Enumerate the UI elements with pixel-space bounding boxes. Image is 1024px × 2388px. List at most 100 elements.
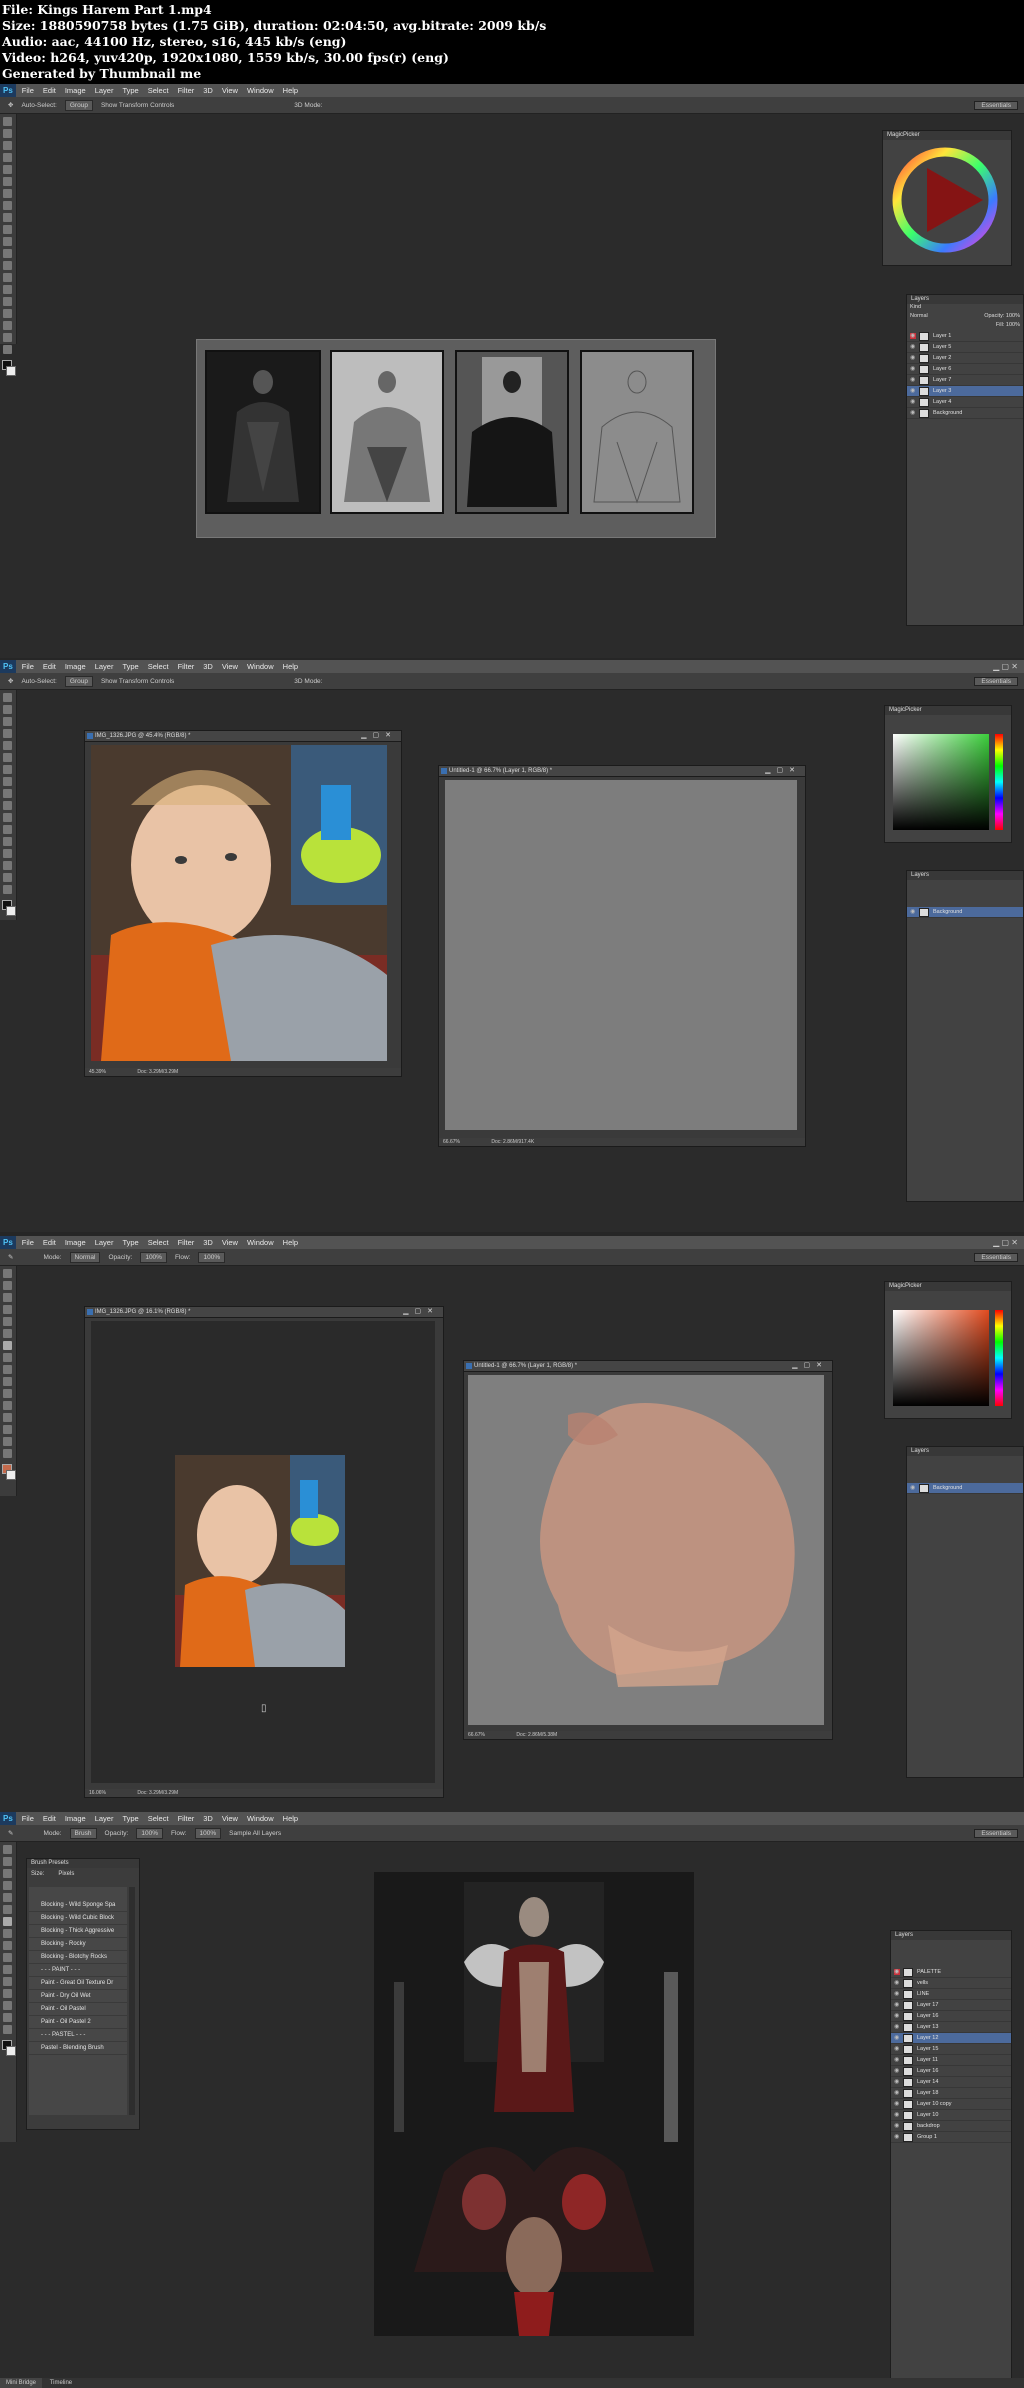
menu-image[interactable]: Image [65, 86, 86, 95]
eraser-tool-icon[interactable] [3, 1941, 12, 1950]
menu-image[interactable]: Image [65, 1238, 86, 1247]
blur-tool-icon[interactable] [3, 261, 12, 270]
dark-fantasy-painting-canvas[interactable] [374, 1872, 694, 2336]
brush-preset-item[interactable]: Paint - Dry Oil Wet [29, 1990, 127, 2003]
brush-preset-item[interactable]: Blocking - Wild Sponge Spa [29, 1899, 127, 1912]
layer-row[interactable]: ◉ vells [891, 1978, 1011, 1989]
crop-tool-icon[interactable] [3, 165, 12, 174]
menu-image[interactable]: Image [65, 662, 86, 671]
menu-help[interactable]: Help [283, 86, 298, 95]
crop-tool-icon[interactable] [3, 1893, 12, 1902]
layer-filter[interactable]: Kind [907, 304, 1023, 313]
hue-slider[interactable] [995, 734, 1003, 830]
gradient-tool-icon[interactable] [3, 1377, 12, 1386]
eyedropper-tool-icon[interactable] [3, 177, 12, 186]
mode-dropdown[interactable]: Normal [69, 1251, 101, 1263]
marquee-tool-icon[interactable] [3, 1281, 12, 1290]
menu-layer[interactable]: Layer [95, 662, 114, 671]
show-transform-checkbox[interactable]: Show Transform Controls [101, 102, 174, 109]
menu-view[interactable]: View [222, 86, 238, 95]
visibility-eye-icon[interactable]: ◉ [910, 909, 916, 915]
zoom-tool-icon[interactable] [3, 345, 12, 354]
healing-tool-icon[interactable] [3, 189, 12, 198]
visibility-eye-icon[interactable]: ◉ [910, 333, 916, 339]
pen-tool-icon[interactable] [3, 837, 12, 846]
menu-filter[interactable]: Filter [178, 662, 195, 671]
auto-select-dropdown[interactable]: Group [64, 99, 93, 111]
path-select-tool-icon[interactable] [3, 309, 12, 318]
move-tool-icon[interactable] [3, 117, 12, 126]
blend-mode-dropdown[interactable]: Normal [910, 313, 928, 322]
visibility-eye-icon[interactable]: ◉ [894, 2068, 900, 2074]
quick-select-tool-icon[interactable] [3, 1881, 12, 1890]
menu-type[interactable]: Type [122, 1814, 138, 1823]
zoom-level[interactable]: 16.06% [89, 1790, 106, 1796]
menu-layer[interactable]: Layer [95, 86, 114, 95]
document-window-controls[interactable]: ▁▢✕ [403, 1307, 439, 1317]
menu-3d[interactable]: 3D [203, 1238, 213, 1247]
quick-select-tool-icon[interactable] [3, 729, 12, 738]
shape-tool-icon[interactable] [3, 321, 12, 330]
painting-canvas[interactable] [468, 1375, 824, 1725]
layer-row[interactable]: ◉ Layer 15 [891, 2044, 1011, 2055]
background-color-swatch[interactable] [6, 1470, 16, 1480]
gradient-tool-icon[interactable] [3, 249, 12, 258]
menu-help[interactable]: Help [283, 662, 298, 671]
menu-filter[interactable]: Filter [178, 1238, 195, 1247]
blank-canvas[interactable] [445, 780, 797, 1130]
visibility-eye-icon[interactable]: ◉ [910, 344, 916, 350]
opacity-field[interactable]: Opacity: 100% [984, 313, 1020, 322]
lasso-tool-icon[interactable] [3, 141, 12, 150]
brush-preset-item[interactable]: Paint - Great Oil Texture Dr [29, 1977, 127, 1990]
dodge-tool-icon[interactable] [3, 273, 12, 282]
menu-window[interactable]: Window [247, 1238, 274, 1247]
background-color-swatch[interactable] [6, 906, 16, 916]
sample-all-layers-checkbox[interactable]: Sample All Layers [229, 1830, 281, 1837]
workspace-dropdown[interactable]: Essentials [974, 676, 1018, 686]
show-transform-checkbox[interactable]: Show Transform Controls [101, 678, 174, 685]
zoom-tool-icon[interactable] [3, 2025, 12, 2034]
visibility-eye-icon[interactable]: ◉ [894, 2002, 900, 2008]
move-tool-icon[interactable] [3, 693, 12, 702]
brush-preset-item[interactable]: Blocking - Blotchy Rocks [29, 1951, 127, 1964]
color-wheel[interactable] [883, 140, 1011, 260]
gradient-tool-icon[interactable] [3, 813, 12, 822]
shape-tool-icon[interactable] [3, 861, 12, 870]
layer-row[interactable]: ◉ Layer 7 [907, 375, 1023, 386]
layer-row[interactable]: ◉ Layer 14 [891, 2077, 1011, 2088]
lasso-tool-icon[interactable] [3, 717, 12, 726]
menu-file[interactable]: File [22, 1814, 34, 1823]
blur-tool-icon[interactable] [3, 1389, 12, 1398]
menu-window[interactable]: Window [247, 86, 274, 95]
crop-tool-icon[interactable] [3, 1317, 12, 1326]
menu-layer[interactable]: Layer [95, 1814, 114, 1823]
layer-row[interactable]: ◉ Layer 17 [891, 2000, 1011, 2011]
menu-help[interactable]: Help [283, 1238, 298, 1247]
layer-row[interactable]: ◉ Layer 10 copy [891, 2099, 1011, 2110]
history-brush-tool-icon[interactable] [3, 225, 12, 234]
clone-tool-icon[interactable] [3, 1353, 12, 1362]
layer-row[interactable]: ◉ Layer 4 [907, 397, 1023, 408]
menu-view[interactable]: View [222, 1814, 238, 1823]
opacity-field[interactable]: 100% [136, 1827, 163, 1839]
visibility-eye-icon[interactable]: ◉ [894, 2112, 900, 2118]
menu-edit[interactable]: Edit [43, 1238, 56, 1247]
brush-preset-item[interactable]: Blocking - Rocky [29, 1938, 127, 1951]
visibility-eye-icon[interactable]: ◉ [894, 2046, 900, 2052]
eyedropper-tool-icon[interactable] [3, 1329, 12, 1338]
layer-row[interactable]: ◉ Background [907, 408, 1023, 419]
layer-row[interactable]: ◉ Layer 16 [891, 2066, 1011, 2077]
brush-tool-icon[interactable]: ✎ [8, 1253, 13, 1261]
menu-file[interactable]: File [22, 1238, 34, 1247]
zoom-level[interactable]: 66.67% [468, 1732, 485, 1738]
fill-field[interactable]: Fill: 100% [907, 322, 1023, 331]
menu-filter[interactable]: Filter [178, 1814, 195, 1823]
canvas-document-window[interactable]: Untitled-1 @ 66.7% (Layer 1, RGB/8) * ▁▢… [438, 765, 806, 1147]
quick-select-tool-icon[interactable] [3, 1305, 12, 1314]
window-controls[interactable]: ▁ ▢ ✕ [993, 662, 1018, 671]
visibility-eye-icon[interactable]: ◉ [910, 399, 916, 405]
layer-row[interactable]: ◉ Layer 3 [907, 386, 1023, 397]
menu-3d[interactable]: 3D [203, 662, 213, 671]
shape-tool-icon[interactable] [3, 2001, 12, 2010]
menu-type[interactable]: Type [122, 1238, 138, 1247]
